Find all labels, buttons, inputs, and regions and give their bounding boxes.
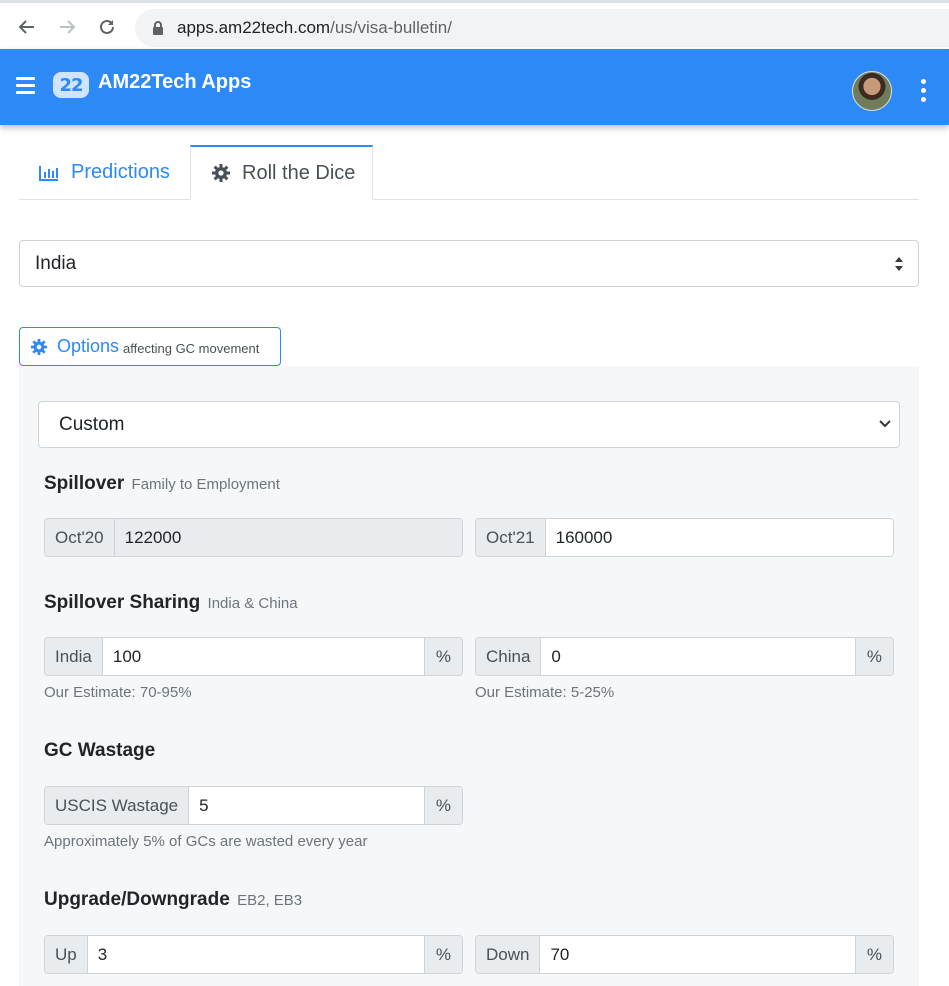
spillover-oct20-input: 122000: [114, 519, 462, 556]
url-path: /us/visa-bulletin/: [330, 18, 452, 37]
country-select-value: India: [35, 252, 77, 274]
sharing-title: Spillover Sharing: [44, 592, 201, 613]
upgrade-down-addon: Down: [476, 936, 541, 973]
app-logo[interactable]: 22: [53, 72, 89, 98]
wastage-title: GC Wastage: [44, 740, 156, 761]
sharing-china-addon: China: [476, 638, 542, 675]
options-label: Options: [57, 336, 120, 356]
options-sublabel: affecting GC movement: [123, 340, 260, 356]
spillover-oct20-addon: Oct'20: [45, 519, 115, 556]
wastage-input[interactable]: 5: [189, 787, 424, 824]
spillover-oct21-group: Oct'21 160000: [475, 518, 894, 557]
percent-addon: %: [854, 638, 893, 675]
country-select[interactable]: India: [19, 240, 919, 287]
spillover-heading: Spillover Family to Employment: [44, 473, 280, 495]
preset-select[interactable]: Custom: [38, 401, 900, 448]
avatar[interactable]: [852, 71, 892, 111]
forward-button[interactable]: [53, 13, 81, 41]
spillover-subtitle: Family to Employment: [131, 476, 280, 493]
reload-icon: [100, 19, 114, 34]
upgrade-down-group: Down 70 %: [475, 935, 894, 974]
upgrade-up-group: Up 3 %: [44, 935, 463, 974]
gear-icon: [30, 338, 48, 355]
spillover-oct20-group: Oct'20 122000: [44, 518, 463, 557]
gear-icon: [212, 164, 230, 182]
wastage-heading: GC Wastage: [44, 740, 155, 762]
spillover-oct21-addon: Oct'21: [476, 519, 546, 556]
address-bar[interactable]: apps.am22tech.com/us/visa-bulletin/: [135, 9, 949, 47]
tab-bar: Predictions Roll the Dice: [19, 145, 919, 200]
hamburger-menu-icon[interactable]: [16, 77, 35, 94]
tab-predictions-label: Predictions: [71, 161, 170, 183]
app-title[interactable]: AM22Tech Apps: [98, 71, 251, 94]
bar-chart-icon: [39, 165, 58, 181]
options-button[interactable]: Options affecting GC movement: [19, 327, 281, 366]
tab-roll-label: Roll the Dice: [242, 161, 356, 184]
app-header: 22 AM22Tech Apps: [0, 49, 949, 125]
wastage-addon: USCIS Wastage: [45, 787, 190, 824]
percent-addon: %: [423, 787, 462, 824]
spillover-title: Spillover: [44, 473, 125, 494]
wastage-group: USCIS Wastage 5 %: [44, 786, 463, 825]
sharing-china-group: China 0 %: [475, 637, 894, 676]
upgrade-title: Upgrade/Downgrade: [44, 889, 230, 910]
upgrade-up-input[interactable]: 3: [88, 936, 424, 973]
arrow-left-icon: [18, 20, 34, 34]
sharing-india-input[interactable]: 100: [103, 638, 424, 675]
sharing-subtitle: India & China: [207, 595, 298, 612]
spillover-oct21-input[interactable]: 160000: [546, 519, 893, 556]
sharing-india-group: India 100 %: [44, 637, 463, 676]
tab-predictions[interactable]: Predictions: [19, 145, 190, 200]
sharing-heading: Spillover Sharing India & China: [44, 592, 298, 614]
upgrade-subtitle: EB2, EB3: [237, 892, 303, 909]
url-host: apps.am22tech.com: [177, 18, 331, 37]
reload-button[interactable]: [93, 13, 121, 41]
wastage-help: Approximately 5% of GCs are wasted every…: [44, 833, 368, 850]
percent-addon: %: [423, 638, 462, 675]
tab-roll-the-dice[interactable]: Roll the Dice: [190, 145, 373, 200]
upgrade-up-addon: Up: [45, 936, 88, 973]
upgrade-heading: Upgrade/Downgrade EB2, EB3: [44, 889, 302, 911]
arrow-right-icon: [60, 20, 76, 34]
more-options-icon[interactable]: [918, 79, 928, 105]
lock-icon: [153, 21, 163, 35]
browser-toolbar: apps.am22tech.com/us/visa-bulletin/: [0, 0, 949, 49]
options-panel: Custom Spillover Family to Employment Oc…: [19, 366, 919, 986]
upgrade-down-input[interactable]: 70: [540, 936, 854, 973]
sort-arrows-icon: [895, 257, 903, 271]
sharing-china-input[interactable]: 0: [541, 638, 854, 675]
sharing-india-help: Our Estimate: 70-95%: [44, 684, 192, 701]
percent-addon: %: [854, 936, 893, 973]
sharing-china-help: Our Estimate: 5-25%: [475, 684, 615, 701]
back-button[interactable]: [13, 13, 41, 41]
sharing-india-addon: India: [45, 638, 103, 675]
preset-select-value: Custom: [59, 413, 125, 435]
percent-addon: %: [423, 936, 462, 973]
chevron-down-icon: [879, 420, 891, 428]
